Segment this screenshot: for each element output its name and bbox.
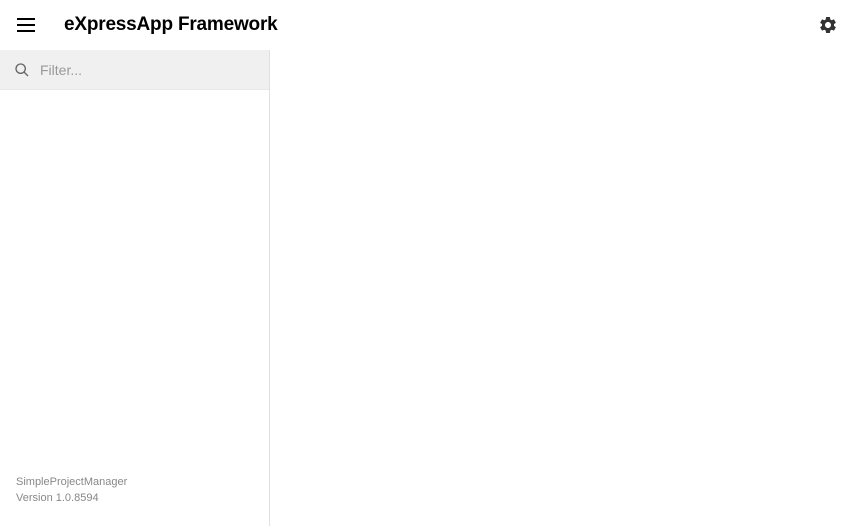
search-container [0,50,269,90]
app-header: eXpressApp Framework [0,0,854,50]
gear-icon[interactable] [818,15,838,35]
footer-app-name: SimpleProjectManager [16,475,253,490]
hamburger-menu-button[interactable] [16,13,40,37]
footer-version: Version 1.0.8594 [16,491,253,506]
sidebar-content [0,90,269,465]
main-content [270,50,854,526]
filter-input[interactable] [40,62,255,78]
search-icon [14,62,30,78]
app-title: eXpressApp Framework [64,14,278,36]
sidebar: SimpleProjectManager Version 1.0.8594 [0,50,270,526]
sidebar-footer: SimpleProjectManager Version 1.0.8594 [0,465,269,526]
body-container: SimpleProjectManager Version 1.0.8594 [0,50,854,526]
header-left: eXpressApp Framework [16,13,278,37]
